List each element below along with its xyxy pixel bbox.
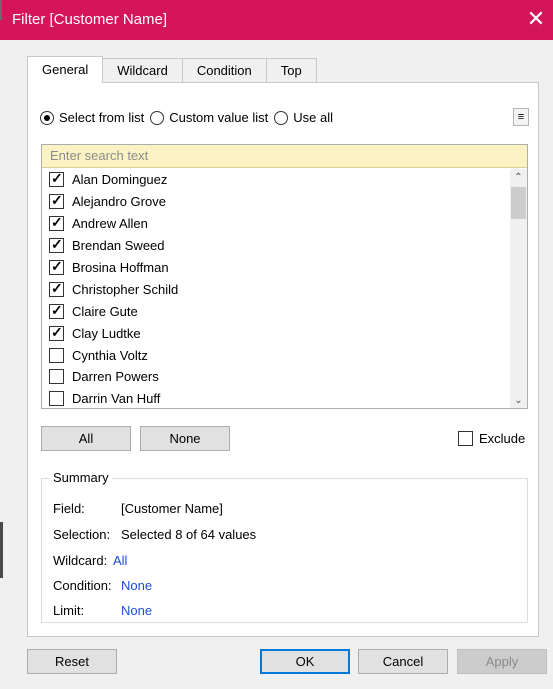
list-item-label: Brosina Hoffman [72,260,169,275]
list-item[interactable]: Darren Powers [42,366,512,388]
radio-select-from-list[interactable]: Select from list [40,110,144,125]
tab-condition[interactable]: Condition [181,58,267,83]
list-item-label: Darren Powers [72,369,159,385]
value-list: Enter search text Alan Dominguez Alejandr… [41,144,528,409]
summary-field-value: [Customer Name] [121,501,223,516]
none-button[interactable]: None [140,426,230,451]
list-item-label: Christopher Schild [72,281,179,297]
summary-label: Wildcard: [53,553,108,568]
list-item-label: Alejandro Grove [72,194,166,210]
window-edge-mark [0,0,2,20]
list-scrollbar[interactable]: ⌃ ⌄ [510,169,527,408]
close-icon[interactable]: ✕ [523,6,549,32]
tab-strip: General Wildcard Condition Top [27,56,317,83]
summary-legend: Summary [50,470,112,485]
exclude-toggle[interactable]: Exclude [458,431,525,446]
selection-mode-group: Select from list Custom value list Use a… [40,110,339,125]
general-panel: Select from list Custom value list Use a… [27,82,539,637]
tab-top[interactable]: Top [265,58,317,83]
scrollbar-thumb[interactable] [511,187,526,219]
list-items: Alan Dominguez Alejandro Grove Andrew Alle… [42,169,512,408]
radio-label: Select from list [59,110,145,125]
summary-limit-row: Limit: None [53,603,152,618]
list-item[interactable]: Darrin Van Huff [42,388,512,408]
exclude-label: Exclude [479,431,526,446]
summary-condition-row: Condition: None [53,578,152,593]
list-item-checkbox[interactable] [49,214,64,232]
apply-button[interactable]: Apply [457,649,547,674]
summary-limit-link[interactable]: None [121,603,152,618]
hamburger-menu-icon: ≡ [517,111,525,123]
radio-label: Custom value list [169,110,269,125]
list-item[interactable]: Andrew Allen [42,213,512,235]
summary-label: Selection: [53,527,111,542]
list-item-checkbox[interactable] [49,236,64,254]
list-item-label: Darrin Van Huff [72,391,161,407]
summary-label: Field: [53,501,85,516]
ok-button[interactable]: OK [260,649,350,674]
scroll-up-arrow-icon[interactable]: ⌃ [510,169,527,186]
list-item-checkbox[interactable] [49,192,64,210]
summary-selection-row: Selection: Selected 8 of 64 values [53,527,256,542]
list-item-label: Brendan Sweed [72,238,165,254]
radio-button[interactable] [150,110,165,125]
window-title: Filter [Customer Name] [12,11,168,28]
radio-use-all[interactable]: Use all [274,110,333,125]
list-item[interactable]: Clay Ludtke [42,322,512,344]
list-item[interactable]: Brosina Hoffman [42,257,512,279]
all-button[interactable]: All [41,426,131,451]
list-item-label: Clay Ludtke [72,325,141,341]
list-item-label: Cynthia Voltz [72,347,148,363]
summary-wildcard-row: Wildcard: All [53,553,127,568]
summary-field-row: Field: [Customer Name] [53,501,223,516]
summary-wildcard-link[interactable]: All [113,553,127,568]
list-item-label: Alan Dominguez [72,172,168,188]
window-edge-mark [0,522,3,578]
summary-label: Condition: [53,578,112,593]
tab-general[interactable]: General [27,56,104,83]
list-item-checkbox[interactable] [49,170,64,188]
radio-button-selected[interactable] [40,110,54,125]
list-item-checkbox[interactable] [49,391,64,407]
list-item[interactable]: Alan Dominguez [42,169,512,191]
summary-group: Summary Field: [Customer Name] Selection… [41,470,528,623]
list-item-label: Andrew Allen [72,216,148,232]
scroll-down-arrow-icon[interactable]: ⌄ [510,392,527,408]
exclude-checkbox[interactable] [458,431,473,446]
summary-selection-value: Selected 8 of 64 values [121,527,257,542]
list-item-checkbox[interactable] [49,369,64,385]
summary-label: Limit: [53,603,85,618]
list-item-checkbox[interactable] [49,302,64,319]
list-item-checkbox[interactable] [49,347,64,363]
radio-label: Use all [293,110,333,125]
list-item[interactable]: Alejandro Grove [42,191,512,213]
title-bar: Filter [Customer Name] ✕ [0,0,553,40]
cancel-button[interactable]: Cancel [358,649,448,674]
summary-condition-link[interactable]: None [121,578,152,593]
list-item-checkbox[interactable] [49,280,64,297]
list-item[interactable]: Christopher Schild [42,278,512,300]
search-input[interactable]: Enter search text [42,145,527,168]
list-item[interactable]: Claire Gute [42,300,512,322]
list-item[interactable]: Brendan Sweed [42,235,512,257]
radio-custom-value-list[interactable]: Custom value list [150,110,268,125]
list-item-label: Claire Gute [72,303,138,319]
radio-button[interactable] [274,110,289,125]
list-item-checkbox[interactable] [49,258,64,275]
list-item[interactable]: Cynthia Voltz [42,344,512,366]
list-menu-button[interactable]: ≡ [513,108,529,126]
list-item-checkbox[interactable] [49,324,64,341]
reset-button[interactable]: Reset [27,649,117,674]
tab-wildcard[interactable]: Wildcard [102,58,183,83]
